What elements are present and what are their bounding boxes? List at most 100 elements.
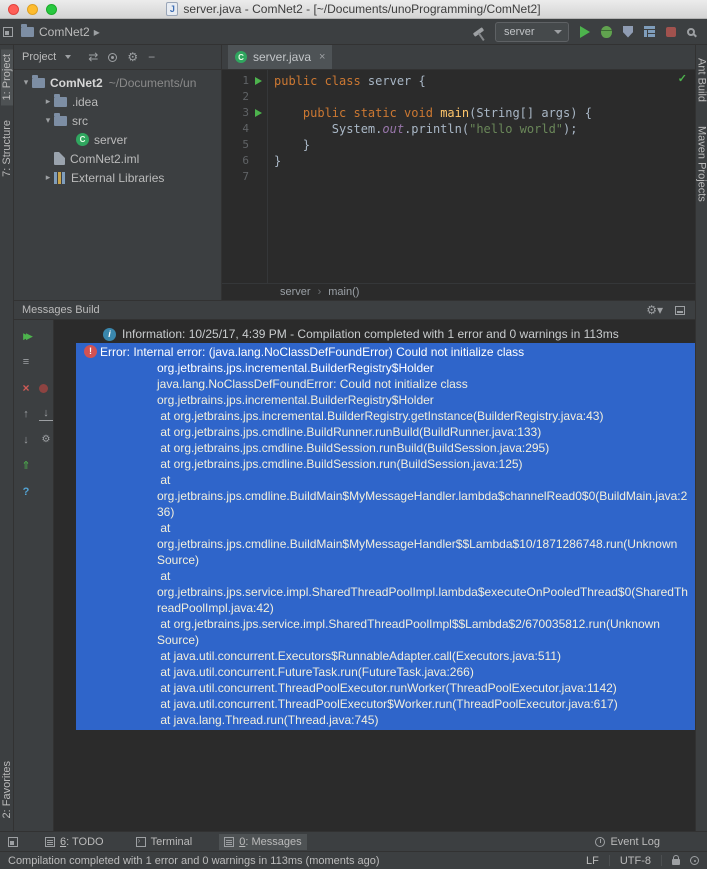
- stack-trace-line[interactable]: at java.util.concurrent.ThreadPoolExecut…: [157, 696, 691, 712]
- tree-item-label: src: [72, 113, 88, 128]
- dock-panel-icon[interactable]: [675, 305, 685, 315]
- gutter-line: 2: [222, 89, 267, 105]
- minimize-window-button[interactable]: [27, 4, 38, 15]
- hide-panel-icon[interactable]: −: [148, 51, 155, 63]
- export-text-icon[interactable]: ⇑: [19, 459, 33, 473]
- build-panel-title: Messages Build: [22, 304, 100, 316]
- stack-trace-line[interactable]: java.lang.NoClassDefFoundError: Could no…: [157, 376, 691, 408]
- stack-trace-line[interactable]: at org.jetbrains.jps.cmdline.BuildSessio…: [157, 456, 691, 472]
- toolwindow-button-messages[interactable]: 0: Messages: [219, 833, 307, 850]
- refresh-icon[interactable]: ⇄: [88, 51, 98, 63]
- left-stripe-top: 1: Project 7: Structure: [0, 49, 13, 182]
- breadcrumb-item[interactable]: server: [280, 286, 311, 298]
- run-config-select[interactable]: server: [495, 21, 569, 42]
- build-hammer-icon[interactable]: [472, 26, 485, 37]
- close-icon[interactable]: ×: [19, 381, 33, 395]
- tree-down-arrow-icon[interactable]: ▾: [20, 77, 32, 88]
- encoding-indicator[interactable]: UTF-8: [620, 855, 651, 867]
- stack-trace-line[interactable]: at org.jetbrains.jps.service.impl.Shared…: [157, 616, 691, 648]
- tree-item-idea[interactable]: ▸ .idea: [14, 92, 221, 111]
- macos-titlebar[interactable]: J server.java - ComNet2 - [~/Documents/u…: [0, 0, 707, 19]
- inspection-ok-icon[interactable]: ✓: [678, 72, 687, 85]
- gutter-line: 6: [222, 153, 267, 169]
- stripe-button-structure[interactable]: 7: Structure: [1, 115, 13, 182]
- tree-right-arrow-icon[interactable]: ▸: [42, 172, 54, 183]
- tree-down-arrow-icon[interactable]: ▾: [42, 115, 54, 126]
- code-token: main: [440, 106, 470, 120]
- code-area[interactable]: public class server { public static void…: [268, 70, 592, 283]
- stack-trace-line[interactable]: at org.jetbrains.jps.cmdline.BuildRunner…: [157, 424, 691, 440]
- stripe-button-ant-build[interactable]: Ant Build: [696, 53, 707, 107]
- breadcrumb-item[interactable]: main(): [328, 286, 359, 298]
- run-button[interactable]: [580, 25, 590, 38]
- stop-process-icon[interactable]: [39, 384, 48, 393]
- toolwindow-button-terminal[interactable]: Terminal: [131, 834, 198, 850]
- chevron-right-icon: ›: [317, 286, 322, 298]
- tree-item-label: ComNet2: [50, 75, 103, 90]
- next-message-icon[interactable]: ↓: [19, 433, 33, 447]
- stack-trace-line[interactable]: at java.util.concurrent.Executors$Runnab…: [157, 648, 691, 664]
- toolwindow-anchor-icon[interactable]: [3, 26, 13, 37]
- tree-item-src[interactable]: ▾ src: [14, 111, 221, 130]
- rerun-build-icon[interactable]: ▶▶: [19, 329, 33, 343]
- tree-item-label: .idea: [72, 94, 99, 109]
- tree-item-server[interactable]: Cserver: [14, 130, 221, 149]
- help-icon[interactable]: ?: [19, 485, 33, 499]
- toolwindow-bar: 6: TODO Terminal 0: Messages Event Log: [0, 831, 707, 851]
- code-line: System.out.println("hello world");: [274, 121, 592, 137]
- stop-button[interactable]: [666, 26, 676, 37]
- terminal-icon: [135, 836, 146, 847]
- code-line: }: [274, 137, 592, 153]
- debug-button[interactable]: [601, 25, 612, 38]
- stripe-button-project[interactable]: 1: Project: [0, 49, 13, 106]
- stack-trace-line[interactable]: at org.jetbrains.jps.cmdline.BuildMain$M…: [157, 472, 691, 520]
- tab-server-java[interactable]: C server.java ×: [228, 45, 333, 69]
- stripe-button-maven-projects[interactable]: Maven Projects: [696, 121, 707, 207]
- build-info-text: Information: 10/25/17, 4:39 PM - Compila…: [122, 327, 619, 341]
- gutter-line: 7: [222, 169, 267, 185]
- stack-trace-line[interactable]: at java.util.concurrent.FutureTask.run(F…: [157, 664, 691, 680]
- tree-right-arrow-icon[interactable]: ▸: [42, 96, 54, 107]
- file-icon: [54, 152, 65, 165]
- error-selection-block[interactable]: ! Error: Internal error: (java.lang.NoCl…: [76, 343, 695, 730]
- run-line-icon[interactable]: [253, 73, 267, 89]
- run-line-icon[interactable]: [253, 105, 267, 121]
- editor[interactable]: ✓ 1 2 3 4 5 6 7 public class server { public s…: [222, 70, 695, 300]
- project-view-dropdown[interactable]: Project: [22, 51, 56, 63]
- stack-trace-line[interactable]: at org.jetbrains.jps.incremental.Builder…: [157, 408, 691, 424]
- toolwindow-button-event-log[interactable]: Event Log: [590, 834, 665, 850]
- stripe-button-favorites[interactable]: 2: Favorites: [1, 756, 13, 823]
- inspections-level-icon[interactable]: [690, 856, 699, 865]
- coverage-button[interactable]: [623, 25, 633, 38]
- close-window-button[interactable]: [8, 4, 19, 15]
- stack-trace-line[interactable]: at java.util.concurrent.ThreadPoolExecut…: [157, 680, 691, 696]
- toolwindow-button-todo[interactable]: 6: TODO: [40, 834, 109, 850]
- tree-item-external-libraries[interactable]: ▸ External Libraries: [14, 168, 221, 187]
- stack-trace-line[interactable]: at org.jetbrains.jps.cmdline.BuildSessio…: [157, 440, 691, 456]
- scroll-to-source-icon[interactable]: [108, 52, 118, 62]
- close-tab-icon[interactable]: ×: [319, 51, 325, 63]
- tree-item-root[interactable]: ▾ ComNet2 ~/Documents/un: [14, 73, 221, 92]
- gear-icon[interactable]: ⚙: [127, 51, 138, 63]
- navbar-project-item[interactable]: ComNet2: [39, 25, 90, 39]
- pause-output-icon[interactable]: ≡: [19, 355, 33, 369]
- stack-trace-line[interactable]: at java.lang.Thread.run(Thread.java:745): [157, 712, 691, 728]
- gutter-line: 1: [222, 73, 267, 89]
- toolwindow-switcher-icon[interactable]: [8, 836, 18, 847]
- filter-gear-icon[interactable]: ⚙: [39, 433, 53, 447]
- lock-icon[interactable]: [672, 855, 680, 865]
- maximize-window-button[interactable]: [46, 4, 57, 15]
- status-message[interactable]: Compilation completed with 1 error and 0…: [8, 855, 576, 867]
- search-icon[interactable]: [687, 27, 695, 36]
- previous-message-icon[interactable]: ↑: [19, 407, 33, 421]
- gutter-spacer: [253, 169, 267, 185]
- toolbar-grid-icon[interactable]: [644, 26, 655, 37]
- line-separator-indicator[interactable]: LF: [586, 855, 599, 867]
- build-info-row[interactable]: i Information: 10/25/17, 4:39 PM - Compi…: [54, 325, 695, 343]
- stack-trace-line[interactable]: at org.jetbrains.jps.service.impl.Shared…: [157, 568, 691, 616]
- export-log-icon[interactable]: ↓: [39, 406, 53, 421]
- build-output[interactable]: i Information: 10/25/17, 4:39 PM - Compi…: [54, 320, 695, 831]
- gear-icon[interactable]: ⚙▾: [646, 304, 663, 316]
- tree-item-iml[interactable]: ComNet2.iml: [14, 149, 221, 168]
- stack-trace-line[interactable]: at org.jetbrains.jps.cmdline.BuildMain$M…: [157, 520, 691, 568]
